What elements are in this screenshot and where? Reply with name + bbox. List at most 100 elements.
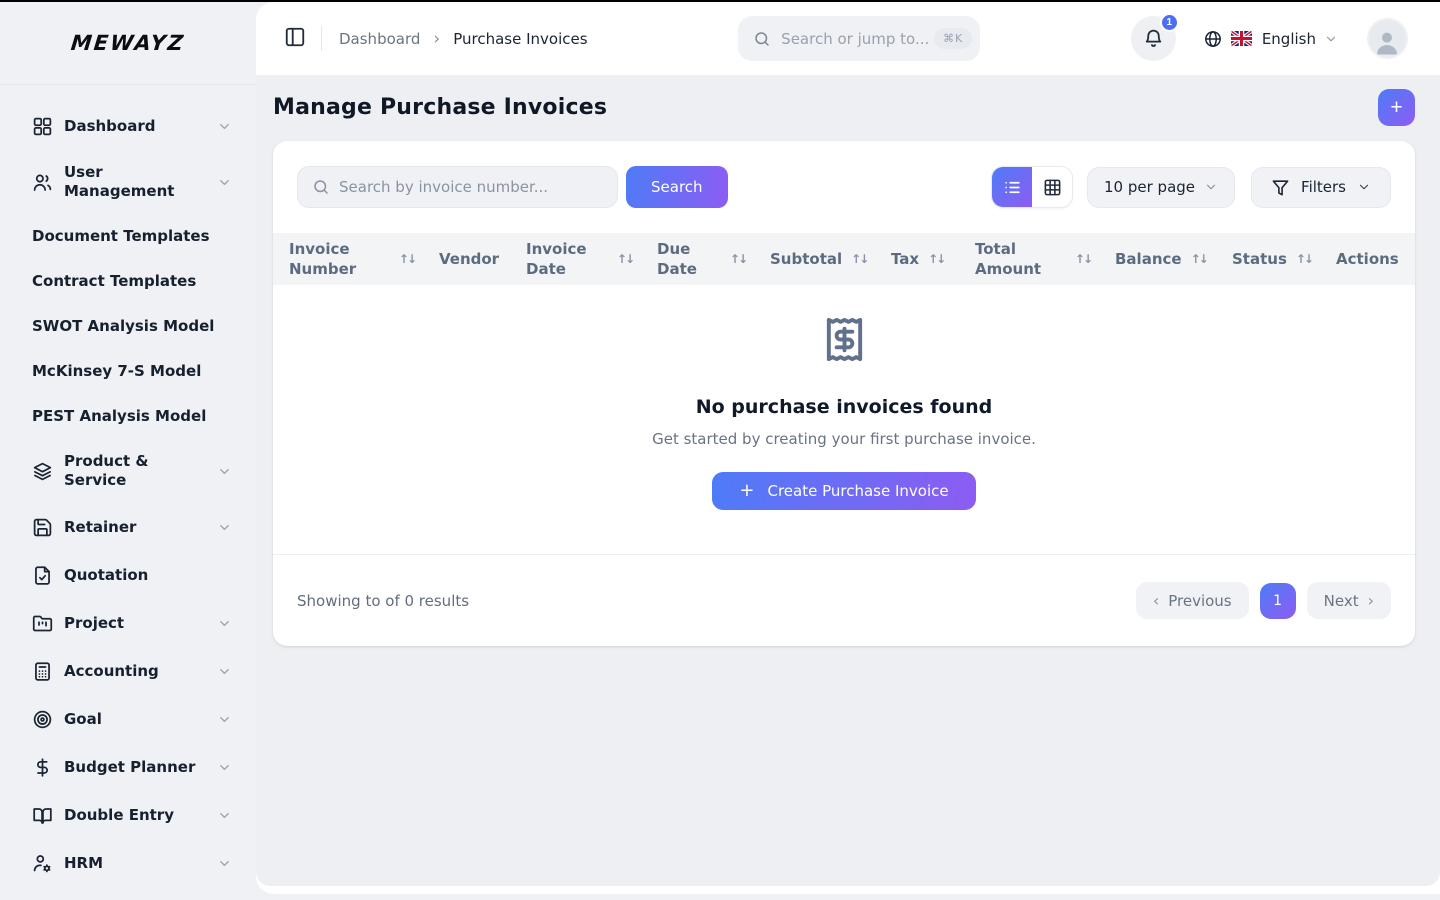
sort-icon: ↑↓ [1295,252,1314,266]
filters-button[interactable]: Filters [1251,166,1391,208]
dollar-icon [32,756,54,778]
column-header-vendor: Vendor [439,249,526,269]
sidebar-item-label: Accounting [64,661,159,680]
list-view-button[interactable] [992,167,1033,207]
grid-view-button[interactable] [1032,167,1073,207]
column-header-invoice-number[interactable]: Invoice Number ↑↓ [289,239,439,279]
header-divider [321,26,322,51]
receipt-icon [821,311,868,368]
sidebar-item-retainer[interactable]: Retainer [0,503,256,551]
sidebar-item-hrm[interactable]: HRM [0,839,256,887]
create-purchase-invoice-button[interactable]: + Create Purchase Invoice [712,472,976,510]
sidebar-item-project[interactable]: Project [0,599,256,647]
sidebar-item-mckinsey-7-s-model[interactable]: McKinsey 7-S Model [0,349,256,394]
global-search-input[interactable]: Search or jump to... ⌘K [738,16,981,61]
add-invoice-button[interactable]: + [1378,89,1415,126]
table-header-row: Invoice Number ↑↓ Vendor Invoice Date ↑↓ Due … [273,233,1415,285]
sidebar-item-double-entry[interactable]: Double Entry [0,791,256,839]
sort-icon: ↑↓ [1074,252,1093,266]
sidebar-item-pest-analysis-model[interactable]: PEST Analysis Model [0,394,256,439]
sort-icon: ↑↓ [851,252,869,266]
column-header-subtotal[interactable]: Subtotal ↑↓ [770,249,891,269]
per-page-value: 10 per page [1104,178,1196,196]
chevron-down-icon [217,464,232,479]
sidebar-item-contract-templates[interactable]: Contract Templates [0,259,256,304]
sidebar-item-label: Retainer [64,517,137,536]
sort-icon: ↑↓ [729,252,748,266]
sort-icon: ↑↓ [1190,252,1209,266]
sidebar-item-dashboard[interactable]: Dashboard [0,102,256,150]
column-header-total-amount[interactable]: Total Amount ↑↓ [975,239,1115,279]
user-cog-icon [32,852,54,874]
language-selector[interactable]: English [1203,29,1338,49]
chevron-left-icon: ‹ [1152,590,1160,610]
column-label: Actions [1336,250,1399,268]
previous-page-button[interactable]: ‹ Previous [1135,582,1249,619]
card-toolbar: Search 10 per page [273,141,1415,233]
per-page-select[interactable]: 10 per page [1087,166,1236,208]
user-avatar[interactable] [1366,18,1408,59]
sidebar: MEWAYZ Dashboard User Management Document … [0,2,256,900]
column-header-status[interactable]: Status ↑↓ [1232,249,1336,269]
sidebar-item-label: User Management [64,163,175,200]
chevron-down-icon [217,760,232,775]
sidebar-item-goal[interactable]: Goal [0,695,256,743]
sidebar-item-swot-analysis-model[interactable]: SWOT Analysis Model [0,304,256,349]
page-1-button[interactable]: 1 [1259,582,1296,619]
page-content: Manage Purchase Invoices + Search by inv… [256,75,1440,886]
column-label: Invoice Date [526,240,587,278]
sidebar-item-label: Dashboard [64,116,156,135]
sort-icon: ↑↓ [398,252,417,266]
results-summary: Showing to of 0 results [297,591,470,610]
column-header-invoice-date[interactable]: Invoice Date ↑↓ [526,239,657,279]
breadcrumb: Dashboard › Purchase Invoices [339,29,588,49]
breadcrumb-dashboard[interactable]: Dashboard [339,30,420,48]
logo-container: MEWAYZ [0,2,256,85]
column-header-tax[interactable]: Tax ↑↓ [891,249,975,269]
main-panel: Dashboard › Purchase Invoices Search or … [256,2,1440,894]
sidebar-item-product-service[interactable]: Product & Service [0,439,256,503]
sidebar-item-document-templates[interactable]: Document Templates [0,214,256,259]
sidebar-item-label: PEST Analysis Model [32,407,207,425]
notifications-button[interactable]: 1 [1130,13,1179,61]
column-label: Invoice Number [289,240,357,278]
sidebar-item-label: Contract Templates [32,272,197,290]
sidebar-item-user-management[interactable]: User Management [0,150,256,214]
sidebar-item-label: HRM [64,853,104,872]
invoice-search-input[interactable] [339,178,605,196]
global-search-placeholder: Search or jump to... [781,29,930,48]
target-icon [32,708,54,730]
column-header-due-date[interactable]: Due Date ↑↓ [657,239,770,279]
chevron-down-icon [217,616,232,631]
sidebar-item-label: Quotation [64,565,149,584]
column-label: Subtotal [770,250,843,268]
chevron-down-icon [217,712,232,727]
panel-left-icon [284,26,306,51]
sort-icon: ↑↓ [928,252,946,266]
grid-icon [32,115,54,137]
sidebar-item-label: Document Templates [32,227,210,245]
search-icon [753,30,771,48]
chevron-down-icon [217,808,232,823]
sidebar-item-accounting[interactable]: Accounting [0,647,256,695]
next-page-button[interactable]: Next › [1306,582,1391,619]
header-actions: 1 English [1130,13,1408,61]
uk-flag-icon [1230,31,1252,46]
globe-icon [1203,29,1223,49]
list-icon [1003,178,1022,197]
search-button[interactable]: Search [626,166,728,208]
column-header-actions: Actions [1336,249,1415,269]
chevron-down-icon [217,856,232,871]
sort-icon: ↑↓ [616,252,635,266]
app-header: Dashboard › Purchase Invoices Search or … [256,2,1440,75]
sidebar-toggle-button[interactable] [284,26,306,51]
sidebar-item-budget-planner[interactable]: Budget Planner [0,743,256,791]
column-header-balance[interactable]: Balance ↑↓ [1115,249,1232,269]
cta-label: Create Purchase Invoice [767,482,949,500]
previous-label: Previous [1168,591,1232,610]
sidebar-item-quotation[interactable]: Quotation [0,551,256,599]
users-icon [32,171,54,193]
sidebar-item-label: Goal [64,709,102,728]
chevron-down-icon [217,119,232,134]
screen-top-edge [0,0,1440,2]
